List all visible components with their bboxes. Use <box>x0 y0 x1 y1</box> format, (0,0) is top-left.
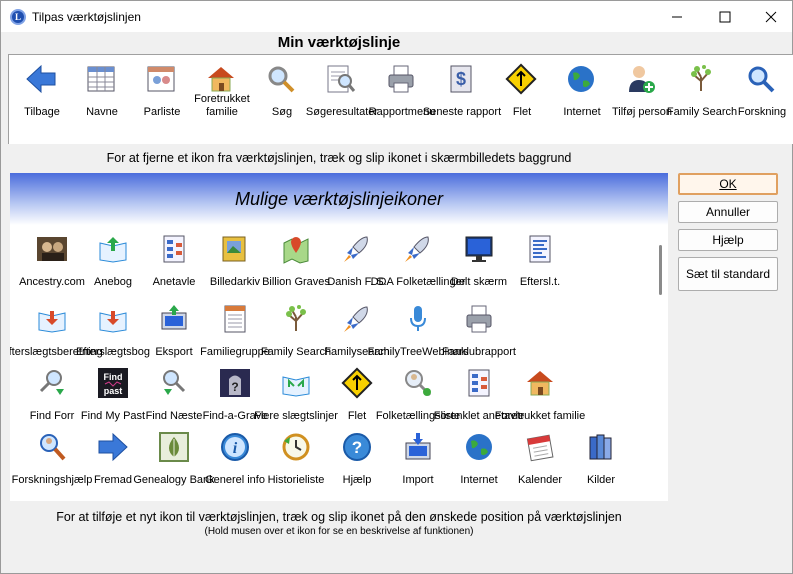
close-button[interactable] <box>748 1 793 32</box>
help-button[interactable]: Hjælp <box>678 229 778 251</box>
minimize-icon <box>672 16 682 17</box>
available-icon-item[interactable]: Fanklubrapport <box>439 297 519 361</box>
available-icons-heading: Mulige værktøjslinjeikoner <box>234 189 444 209</box>
available-icons-header: Mulige værktøjslinjeikoner <box>10 173 668 225</box>
available-icon-label: Eftersl.t. <box>519 276 561 288</box>
title-bar: L Tilpas værktøjslinjen <box>1 1 792 32</box>
add-sub-hint: (Hold musen over et ikon for se en beskr… <box>204 526 474 537</box>
maximize-button[interactable] <box>702 1 748 32</box>
svg-text:$: $ <box>456 69 466 89</box>
svg-text:?: ? <box>352 438 362 457</box>
remove-hint: For at fjerne et ikon fra værktøjslinjen… <box>106 151 572 165</box>
cancel-button[interactable]: Annuller <box>678 201 778 223</box>
close-icon <box>765 11 777 22</box>
window-title: Tilpas værktøjslinjen <box>32 10 141 24</box>
available-icon-item[interactable]: Foretrukket familie <box>495 361 585 425</box>
my-toolbar-heading: Min værktøjslinje <box>277 34 401 51</box>
minimize-button[interactable] <box>654 1 700 32</box>
my-toolbar[interactable]: Tilbage Navne Parliste Foretrukket familie S… <box>8 54 793 144</box>
customize-toolbar-dialog: L Tilpas værktøjslinjen Min værktøjslinj… <box>0 0 793 574</box>
svg-text:Find: Find <box>104 372 123 382</box>
available-icon-item[interactable]: Eftersl.t. <box>500 227 580 291</box>
toolbar-item[interactable]: Forskning <box>732 59 792 141</box>
available-icon-label: Foretrukket familie <box>494 410 586 422</box>
available-icon-label: Fanklubrapport <box>442 346 516 358</box>
available-icons-panel: Mulige værktøjslinjeikoner Ancestry.com A… <box>10 173 668 501</box>
svg-text:i: i <box>233 440 238 457</box>
toolbar-item-label: Forskning <box>737 106 787 118</box>
app-logo-icon: L <box>10 9 26 25</box>
add-hint: For at tilføje et nyt ikon til værktøjsl… <box>56 510 622 524</box>
reset-default-button[interactable]: Sæt til standard <box>678 257 778 291</box>
svg-text:?: ? <box>231 380 238 394</box>
maximize-icon <box>719 11 731 22</box>
available-icon-item[interactable]: Kilder <box>561 425 641 489</box>
ok-button[interactable]: OK <box>678 173 778 195</box>
available-icon-label: Kilder <box>586 474 616 486</box>
ok-label: OK <box>719 177 737 191</box>
scrollbar-thumb[interactable] <box>659 245 662 295</box>
vertical-scrollbar[interactable] <box>654 225 668 501</box>
available-icons-grid: Ancestry.com Anebog Anetavle Billedarkiv Bil… <box>10 225 654 501</box>
